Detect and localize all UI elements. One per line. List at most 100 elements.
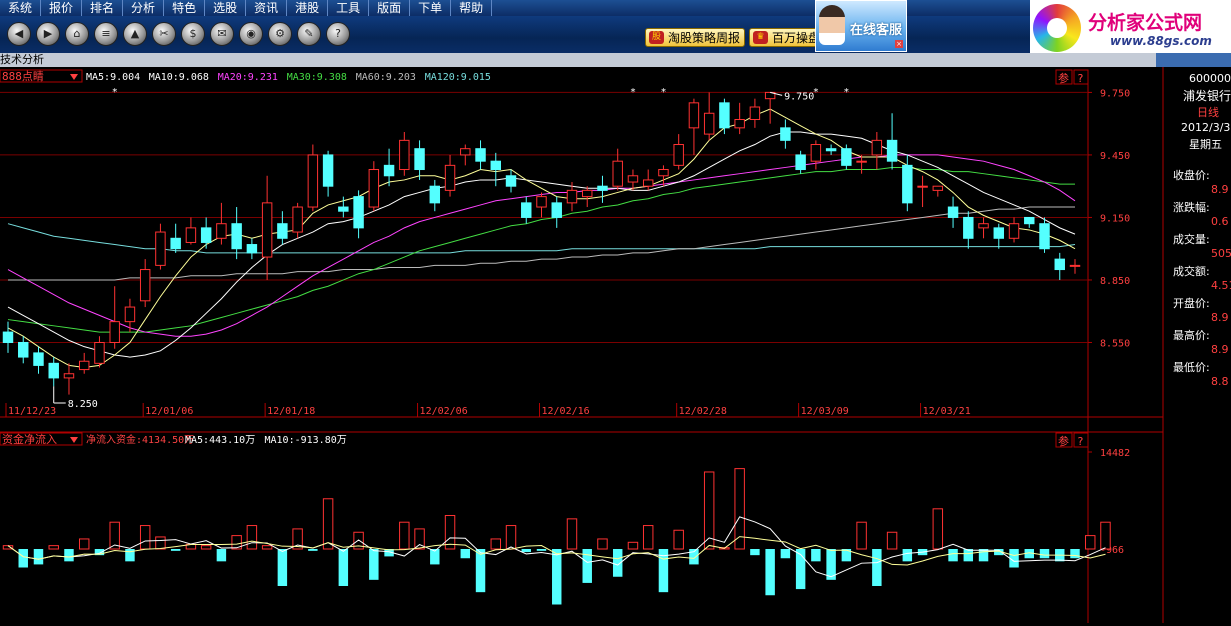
back-icon[interactable]: ◀ <box>7 22 31 46</box>
outflow-bar <box>552 549 562 605</box>
candle-body <box>277 223 288 239</box>
signal-star-icon: * <box>660 87 666 98</box>
right-panel-header <box>1156 53 1231 67</box>
candle-body <box>658 169 669 177</box>
stock-info-panel: 600000 浦发银行 日线 2012/3/30 星期五 收盘价:8.9涨跌幅:… <box>1165 67 1231 487</box>
candle-body <box>399 139 410 171</box>
menu-item-0[interactable]: 系统 <box>0 0 42 16</box>
list-icon[interactable]: ≡ <box>94 22 118 46</box>
candle-body <box>734 119 745 129</box>
ma-label: MA30:9.308 <box>287 72 347 83</box>
menu-item-6[interactable]: 资讯 <box>246 0 288 16</box>
menu-item-2[interactable]: 排名 <box>82 0 124 16</box>
candle-body <box>719 102 730 129</box>
menu-item-4[interactable]: 特色 <box>164 0 206 16</box>
menu-item-8[interactable]: 工具 <box>328 0 370 16</box>
menu-item-5[interactable]: 选股 <box>205 0 247 16</box>
candle-body <box>673 144 684 166</box>
candle-body <box>63 373 75 379</box>
x-tick-label: 12/01/06 <box>145 406 193 417</box>
outflow-bar <box>33 549 44 565</box>
candle-body <box>200 227 212 243</box>
outflow-bar <box>963 549 974 562</box>
candle-body <box>505 175 517 187</box>
outflow-bar <box>1009 549 1019 568</box>
candle-body <box>155 231 166 266</box>
candle-body <box>810 144 822 162</box>
wrench-icon[interactable]: ✎ <box>297 22 321 46</box>
candle-body <box>551 202 562 218</box>
outflow-bar <box>308 549 318 551</box>
menu-item-11[interactable]: 帮助 <box>451 0 493 16</box>
x-tick-label: 12/02/06 <box>420 406 468 417</box>
date-label: 2012/3/30 <box>1181 121 1231 134</box>
ma60-line <box>8 206 1075 281</box>
candle-body <box>886 139 898 162</box>
menu-item-9[interactable]: 版面 <box>369 0 411 16</box>
x-tick-label: 12/02/28 <box>679 406 727 417</box>
tools-icon[interactable]: ✂ <box>152 22 176 46</box>
sub-y-tick-label: 14482 <box>1100 448 1130 459</box>
inflow-bar <box>505 525 517 550</box>
million-trading-button[interactable]: ♛ 百万操盘 <box>749 28 826 47</box>
candle-body <box>414 148 425 171</box>
inflow-bar <box>155 536 166 550</box>
outflow-bar <box>1070 549 1080 559</box>
candle-body <box>1008 223 1020 239</box>
signal-star-icon: * <box>630 87 636 98</box>
candle-body <box>216 223 227 239</box>
candle-body <box>627 175 639 183</box>
candle-body <box>353 196 364 229</box>
chart-icon[interactable]: ▲ <box>123 22 147 46</box>
field-label: 成交量: <box>1173 233 1210 246</box>
help-icon[interactable]: ? <box>326 22 350 46</box>
field-value: 8.9 <box>1211 311 1229 324</box>
outflow-bar <box>18 549 28 568</box>
menu-item-3[interactable]: 分析 <box>123 0 165 16</box>
ma-label: MA20:9.231 <box>218 72 278 83</box>
sub-label: MA5:443.10万 <box>185 435 255 446</box>
candle-body <box>368 169 380 208</box>
field-label: 开盘价: <box>1173 297 1210 310</box>
inflow-bar <box>627 541 639 550</box>
candle-body <box>566 189 578 204</box>
candle-body <box>322 154 334 187</box>
inflow-bar <box>261 545 273 550</box>
outflow-bar <box>521 549 531 553</box>
sub-label: MA10:-913.80万 <box>265 435 347 446</box>
menu-item-10[interactable]: 下单 <box>410 0 452 16</box>
outflow-bar <box>1039 549 1050 559</box>
candle-body <box>688 102 700 129</box>
close-icon[interactable]: × <box>895 40 903 48</box>
param-button-label: 参 <box>1058 71 1069 85</box>
inflow-bar <box>490 538 501 550</box>
forward-icon[interactable]: ▶ <box>36 22 60 46</box>
chart-svg[interactable]: 888点睛 MA5:9.004 MA10:9.068 MA20:9.231 MA30:9… <box>0 67 1231 623</box>
sub-indicator-name: 资金净流入 <box>2 432 57 446</box>
strategy-report-button[interactable]: 股淘股策略周报 <box>645 28 746 47</box>
online-service-button[interactable]: 在线客服 × <box>815 0 907 52</box>
chart-area[interactable]: 888点睛 MA5:9.004 MA10:9.068 MA20:9.231 MA30:9… <box>0 67 1231 623</box>
eye-icon[interactable]: ◉ <box>239 22 263 46</box>
candle-body <box>917 185 928 188</box>
outflow-bar <box>460 549 471 559</box>
outflow-bar <box>765 549 775 596</box>
inflow-bar <box>932 508 944 550</box>
settings-icon[interactable]: ⚙ <box>268 22 292 46</box>
inflow-bar <box>399 521 410 550</box>
candle-body <box>261 202 273 258</box>
candle-body <box>124 306 136 323</box>
inflow-bar <box>642 525 654 550</box>
candle-body <box>703 112 715 135</box>
field-value: 8.8 <box>1211 375 1229 388</box>
ad-icon: ♛ <box>753 31 768 44</box>
menu-item-7[interactable]: 港股 <box>287 0 329 16</box>
finance-icon[interactable]: $ <box>181 22 205 46</box>
menu-item-1[interactable]: 报价 <box>41 0 83 16</box>
candle-body <box>185 227 197 243</box>
signal-star-icon: * <box>813 87 819 98</box>
candle-body <box>597 185 608 191</box>
home-icon[interactable]: ⌂ <box>65 22 89 46</box>
news-icon[interactable]: ✉ <box>210 22 234 46</box>
ma-label: MA10:9.068 <box>149 72 209 83</box>
